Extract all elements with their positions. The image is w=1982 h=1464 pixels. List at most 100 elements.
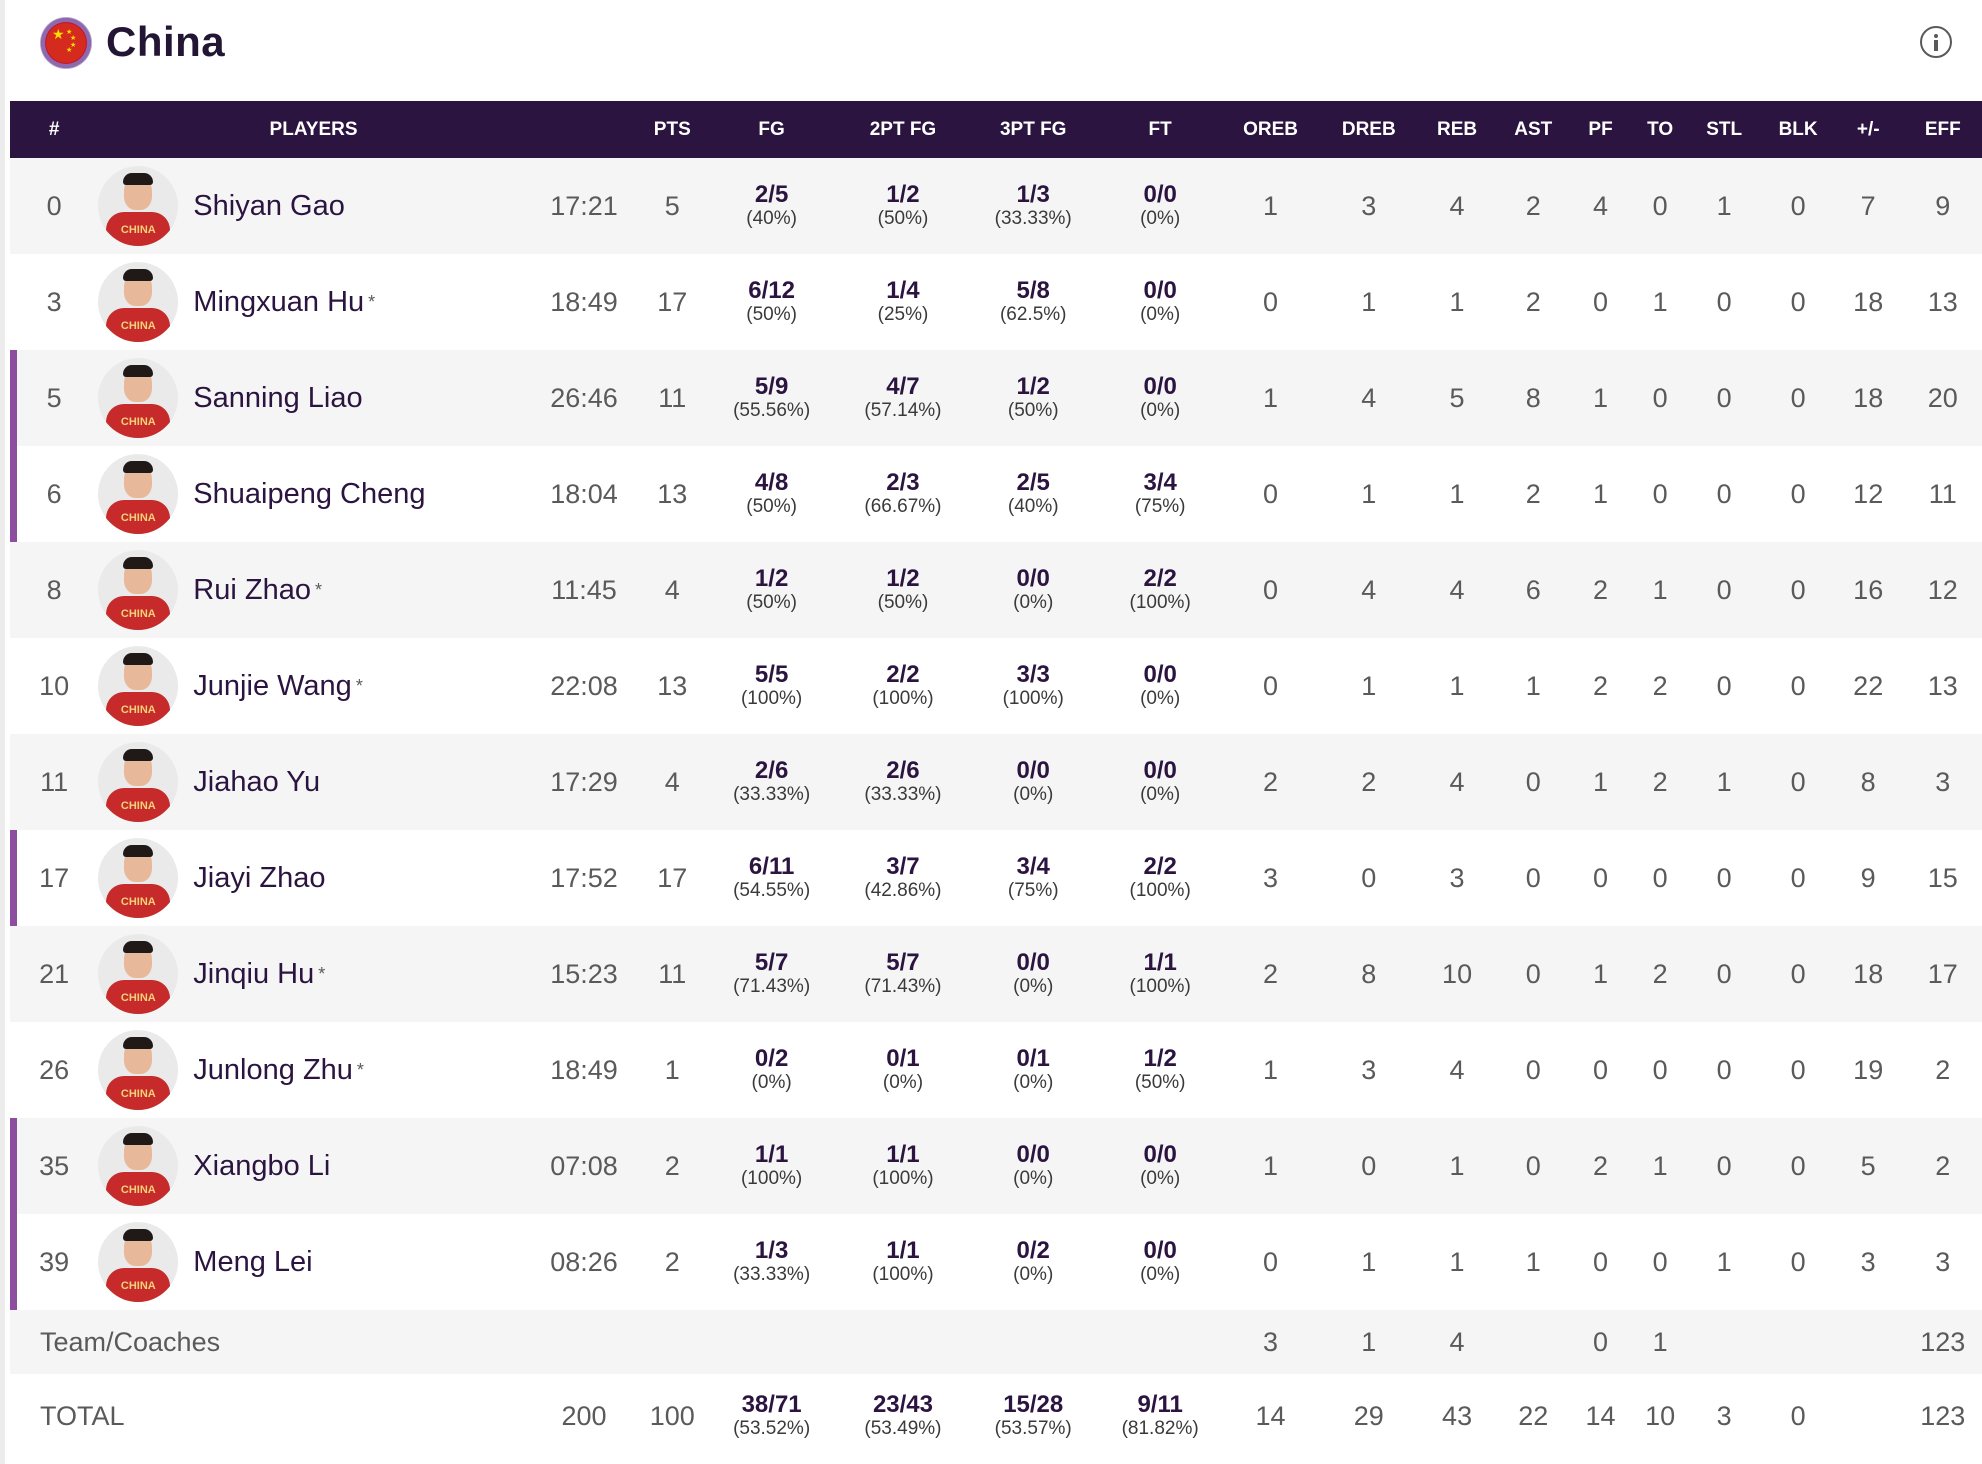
player-cell[interactable]: CHINA Meng Lei	[98, 1214, 529, 1310]
fg3-made: 2/5	[1016, 469, 1050, 497]
player-name[interactable]: Rui Zhao	[193, 574, 311, 607]
player-row[interactable]: 0 CHINA Shiyan Gao 17:21 5 2/5 (40%) 1/2 (50%) 1/…	[10, 158, 1982, 254]
stat-oreb: 3	[1263, 862, 1279, 893]
team-coaches-row: Team/Coaches 3 1 4 0 1 123	[10, 1310, 1982, 1374]
player-row[interactable]: 5 CHINA Sanning Liao 26:46 11 5/9 (55.56%) 4/7(…	[10, 350, 1982, 446]
stat-to: 2	[1652, 670, 1668, 701]
column-header[interactable]: AST	[1496, 101, 1571, 158]
jersey-number: 39	[10, 1214, 98, 1310]
avatar: CHINA	[98, 166, 179, 246]
player-name[interactable]: Junjie Wang	[193, 670, 352, 703]
player-name[interactable]: Junlong Zhu	[193, 1054, 353, 1087]
column-header[interactable]: BLK	[1758, 101, 1837, 158]
fg3: 0/0 (0%)	[968, 1118, 1098, 1214]
player-row[interactable]: 11 CHINA Jiahao Yu 17:29 4 2/6 (33.33%) 2/6 (33.…	[10, 734, 1982, 830]
ft-made: 0/0	[1143, 277, 1177, 305]
player-cell[interactable]: CHINA Sanning Liao	[98, 350, 529, 446]
points: 4	[664, 766, 680, 797]
ft-pct: (0%)	[1140, 303, 1181, 325]
column-header[interactable]: PF	[1571, 101, 1631, 158]
column-header[interactable]: 2PT FG	[838, 101, 968, 158]
player-name[interactable]: Jiayi Zhao	[193, 862, 325, 895]
player-row[interactable]: 8 CHINA Rui Zhao * 11:45 4 1/2 (50%) 1/2 (50%) 0/0…	[10, 542, 1982, 638]
player-row[interactable]: 17 CHINA Jiayi Zhao 17:52 17 6/11 (54.55%) 3/7(…	[10, 830, 1982, 926]
ft-made: 2/2	[1143, 565, 1177, 593]
jersey-label: CHINA	[120, 416, 156, 428]
avatar: CHINA	[98, 646, 179, 726]
player-cell[interactable]: CHINA Shuaipeng Cheng	[98, 446, 529, 542]
player-name[interactable]: Xiangbo Li	[193, 1150, 330, 1183]
total-blk: 0	[1790, 1400, 1806, 1431]
column-header[interactable]: #	[10, 101, 98, 158]
column-header[interactable]: PLAYERS	[98, 101, 529, 158]
column-header[interactable]: +/-	[1838, 101, 1899, 158]
player-row[interactable]: 21 CHINA Jinqiu Hu * 15:23 11 5/7 (71.43%) 5/7 (7…	[10, 926, 1982, 1022]
column-header[interactable]: FT	[1098, 101, 1222, 158]
fg3: 3/3 (100%)	[968, 638, 1098, 734]
ft: 3/4 (75%)	[1098, 446, 1222, 542]
stat-oreb: 2	[1263, 958, 1279, 989]
player-name[interactable]: Sanning Liao	[193, 382, 362, 415]
player-name[interactable]: Shuaipeng Cheng	[193, 478, 425, 511]
player-cell[interactable]: CHINA Shiyan Gao	[98, 158, 529, 254]
jersey-label: CHINA	[120, 800, 156, 812]
column-header[interactable]: OREB	[1222, 101, 1319, 158]
column-header[interactable]: TO	[1630, 101, 1690, 158]
team-header: ★ ★ ★ ★ ★ China	[10, 0, 1982, 101]
fg-made: 4/8	[754, 469, 789, 497]
player-cell[interactable]: CHINA Junlong Zhu *	[98, 1022, 529, 1118]
fg2-pct: (71.43%)	[864, 975, 942, 997]
player-name[interactable]: Jinqiu Hu	[193, 958, 314, 991]
minutes: 17:21	[550, 190, 618, 221]
total-row-label: TOTAL	[40, 1400, 125, 1431]
column-header[interactable]	[529, 101, 639, 158]
player-cell[interactable]: CHINA Jinqiu Hu *	[98, 926, 529, 1022]
fg-pct: (50%)	[746, 591, 797, 613]
player-row[interactable]: 26 CHINA Junlong Zhu * 18:49 1 0/2 (0%) 0/1 (0%) 0…	[10, 1022, 1982, 1118]
jersey-label: CHINA	[120, 512, 156, 524]
stat-blk: 0	[1790, 574, 1806, 605]
column-header[interactable]: REB	[1418, 101, 1495, 158]
ft-pct: (100%)	[1129, 975, 1191, 997]
stat-to: 1	[1652, 1326, 1668, 1357]
total-pm	[1838, 1374, 1899, 1458]
column-header[interactable]: EFF	[1899, 101, 1982, 158]
china-flag-icon: ★ ★ ★ ★ ★	[41, 18, 91, 68]
fg3-pct: (100%)	[1002, 687, 1064, 709]
column-header[interactable]: PTS	[639, 101, 705, 158]
stat-reb: 4	[1449, 766, 1465, 797]
stat-pf: 2	[1593, 1150, 1609, 1181]
player-row[interactable]: 10 CHINA Junjie Wang * 22:08 13 5/5 (100%) 2/2 (1…	[10, 638, 1982, 734]
stat-oreb: 2	[1263, 766, 1279, 797]
player-name[interactable]: Meng Lei	[193, 1246, 312, 1279]
column-header[interactable]: 3PT FG	[968, 101, 1098, 158]
stat-to: 0	[1652, 382, 1668, 413]
info-icon[interactable]	[1920, 26, 1952, 58]
fg3-made: 3/3	[1016, 661, 1050, 689]
player-name[interactable]: Jiahao Yu	[193, 766, 320, 799]
stat-pm: 18	[1853, 382, 1884, 413]
player-row[interactable]: 39 CHINA Meng Lei 08:26 2 1/3 (33.33%) 1/1 (100%…	[10, 1214, 1982, 1310]
player-cell[interactable]: CHINA Mingxuan Hu *	[98, 254, 529, 350]
player-name[interactable]: Shiyan Gao	[193, 190, 345, 223]
avatar: CHINA	[98, 262, 179, 342]
player-row[interactable]: 3 CHINA Mingxuan Hu * 18:49 17 6/12 (50%) 1/4 (25…	[10, 254, 1982, 350]
player-name[interactable]: Mingxuan Hu	[193, 286, 364, 319]
column-header[interactable]: FG	[705, 101, 837, 158]
player-row[interactable]: 35 CHINA Xiangbo Li 07:08 2 1/1 (100%) 1/1 (100%…	[10, 1118, 1982, 1214]
player-cell[interactable]: CHINA Jiahao Yu	[98, 734, 529, 830]
fg3-made: 0/0	[1016, 1141, 1050, 1169]
fg: 1/1 (100%)	[705, 1118, 837, 1214]
player-cell[interactable]: CHINA Rui Zhao *	[98, 542, 529, 638]
player-cell[interactable]: CHINA Junjie Wang *	[98, 638, 529, 734]
fg2: 1/2 (50%)	[838, 542, 968, 638]
player-cell[interactable]: CHINA Jiayi Zhao	[98, 830, 529, 926]
stat-pm: 16	[1853, 574, 1884, 605]
player-cell[interactable]: CHINA Xiangbo Li	[98, 1118, 529, 1214]
column-header[interactable]: STL	[1690, 101, 1758, 158]
fg2-made: 1/2	[886, 181, 920, 209]
column-header[interactable]: DREB	[1319, 101, 1418, 158]
fg3-pct: (40%)	[1007, 495, 1059, 517]
player-row[interactable]: 6 CHINA Shuaipeng Cheng 18:04 13 4/8 (50%) 2/3(…	[10, 446, 1982, 542]
empty-cell	[1098, 1310, 1222, 1374]
